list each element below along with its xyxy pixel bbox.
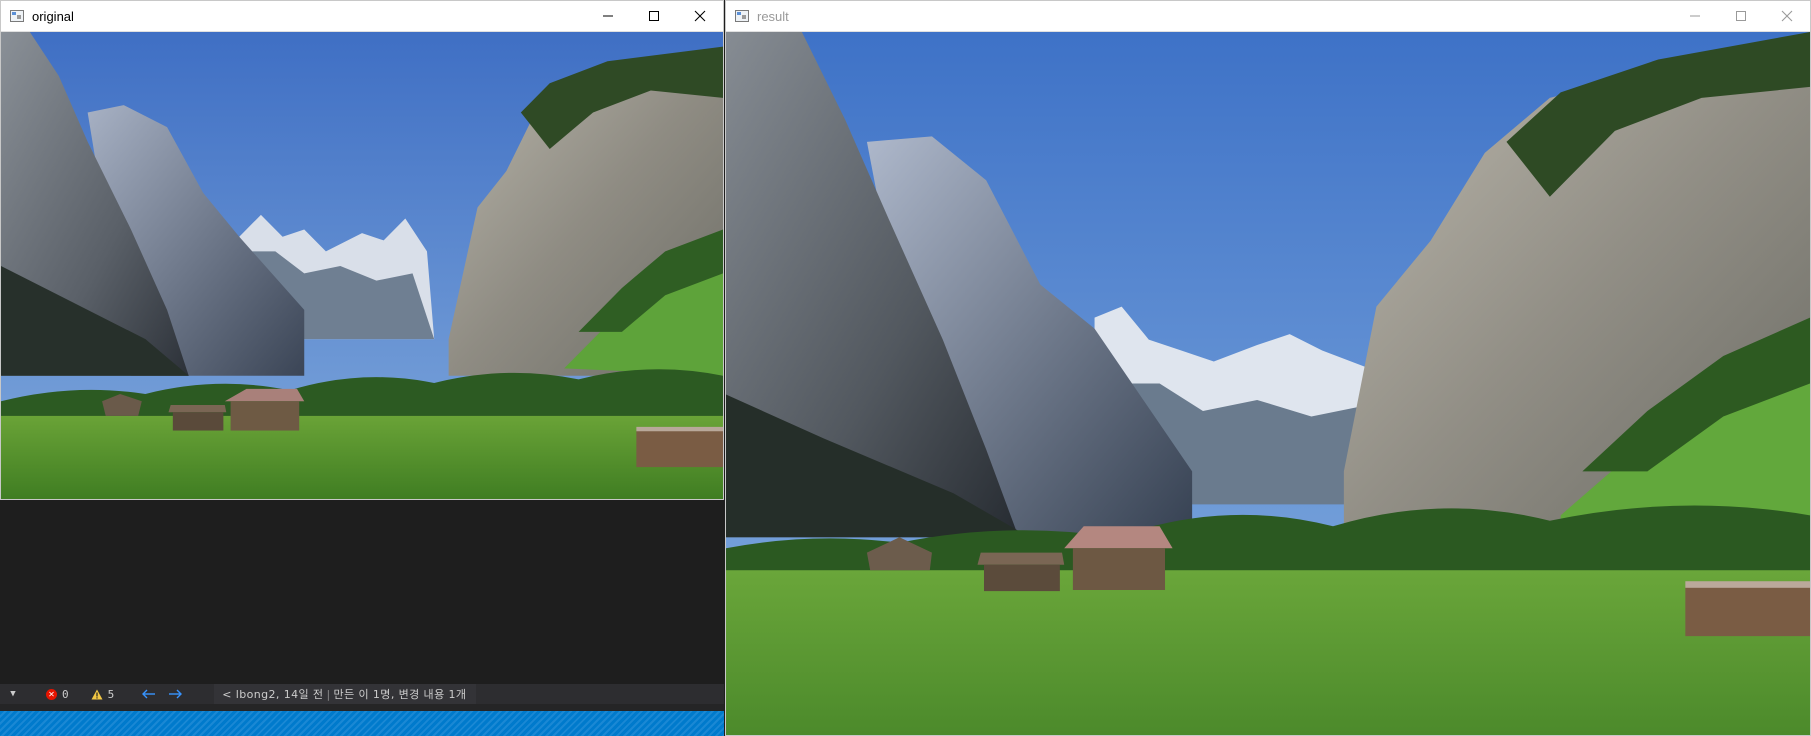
valley-landscape-image-zoomed: [726, 32, 1810, 735]
blame-prefix: <: [222, 687, 232, 701]
original-window: original: [0, 0, 724, 500]
warnings-count: 5: [107, 687, 115, 701]
original-titlebar[interactable]: original: [1, 1, 723, 32]
blame-author-time: lbong2, 14일 전: [235, 688, 324, 701]
blame-summary: 만든 이 1명, 변경 내용 1개: [333, 688, 467, 701]
original-window-controls: [585, 1, 723, 31]
blame-separator: |: [326, 687, 331, 701]
maximize-icon: [649, 11, 659, 21]
close-icon: [694, 10, 706, 22]
original-image: [1, 32, 723, 499]
close-button[interactable]: [677, 1, 723, 31]
app-window-icon: [735, 10, 749, 22]
result-window-controls: [1672, 1, 1810, 31]
warning-triangle-icon: [91, 689, 103, 699]
warnings-indicator[interactable]: 5: [91, 687, 115, 701]
minimize-button[interactable]: [585, 1, 631, 31]
minimize-icon: [603, 15, 613, 17]
result-window: result: [725, 0, 1811, 736]
result-image: [726, 32, 1810, 735]
navigation-arrows: [142, 689, 183, 699]
minimize-icon: [1690, 15, 1700, 17]
bottom-status-strip: [0, 711, 724, 736]
arrow-right-icon[interactable]: [168, 689, 183, 699]
result-titlebar[interactable]: result: [726, 1, 1810, 32]
app-window-icon: [10, 10, 24, 22]
valley-landscape-image: [1, 32, 723, 499]
maximize-icon: [1736, 11, 1746, 21]
original-window-title: original: [32, 8, 74, 24]
chevron-down-icon[interactable]: ▼: [6, 689, 20, 699]
result-window-title: result: [757, 8, 789, 24]
git-blame-info[interactable]: < lbong2, 14일 전 | 만든 이 1명, 변경 내용 1개: [214, 684, 477, 704]
errors-indicator[interactable]: ✕ 0: [46, 688, 69, 701]
maximize-button[interactable]: [631, 1, 677, 31]
minimize-button[interactable]: [1672, 1, 1718, 31]
maximize-button[interactable]: [1718, 1, 1764, 31]
close-button[interactable]: [1764, 1, 1810, 31]
arrow-left-icon[interactable]: [142, 689, 156, 699]
editor-statusbar: ▼ ✕ 0 5 < lbong2, 14일 전 | 만든 이 1명, 변경 내용…: [0, 684, 724, 704]
errors-count: 0: [62, 687, 69, 701]
close-icon: [1781, 10, 1793, 22]
error-circle-icon: ✕: [46, 688, 57, 700]
statusbar-divider: [0, 704, 724, 711]
